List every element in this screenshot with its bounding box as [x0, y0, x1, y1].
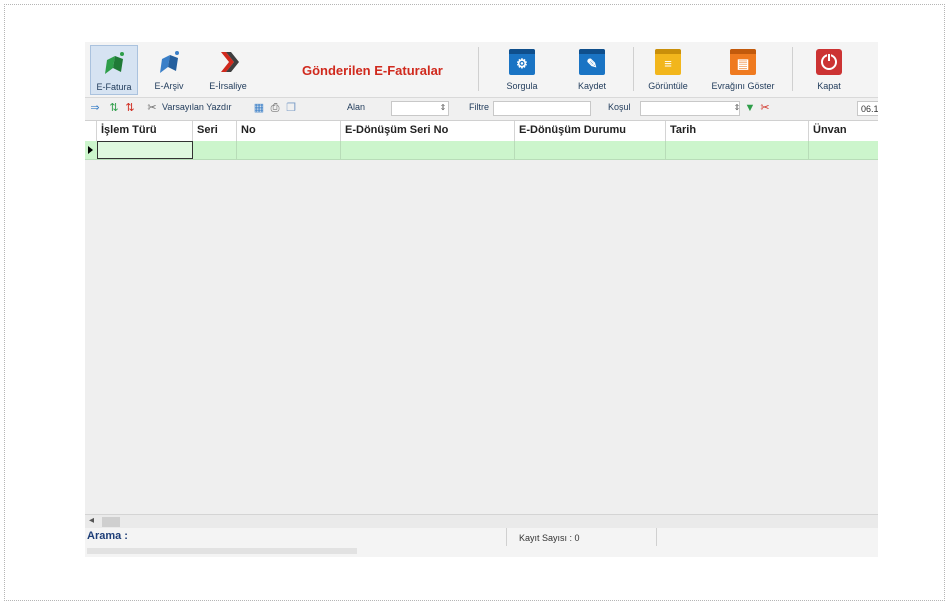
- copy-icon[interactable]: ❐: [285, 102, 297, 114]
- earsiv-button[interactable]: E-Arşiv: [145, 45, 193, 95]
- column-header[interactable]: Seri: [193, 121, 237, 141]
- grid-header: İşlem Türü Seri No E-Dönüşüm Seri No E-D…: [85, 121, 878, 142]
- search-label: Arama :: [87, 530, 128, 542]
- filtre-label: Filtre: [469, 102, 489, 112]
- kosul-label: Koşul: [608, 102, 631, 112]
- column-header[interactable]: Tarih: [666, 121, 809, 141]
- horizontal-scrollbar[interactable]: ◂: [85, 514, 878, 529]
- filter-icon[interactable]: ▼: [744, 102, 756, 114]
- ribbon-divider: [633, 47, 634, 91]
- kaydet-button[interactable]: ✎ Kaydet: [567, 45, 617, 95]
- column-header[interactable]: E-Dönüşüm Durumu: [515, 121, 666, 141]
- ribbon-divider: [792, 47, 793, 91]
- export-icon[interactable]: ⇒: [89, 102, 101, 114]
- filtre-input[interactable]: [493, 101, 591, 116]
- data-grid: İşlem Türü Seri No E-Dönüşüm Seri No E-D…: [85, 121, 878, 514]
- page-title: Gönderilen E-Faturalar: [302, 63, 443, 78]
- spin-icon[interactable]: ⇕: [731, 102, 743, 114]
- alan-label: Alan: [347, 102, 366, 112]
- kapat-label: Kapat: [817, 81, 841, 91]
- table-cell[interactable]: [97, 141, 193, 159]
- table-cell[interactable]: [809, 141, 878, 159]
- power-icon: [816, 49, 842, 75]
- sorgula-button[interactable]: ⚙ Sorgula: [497, 45, 547, 95]
- table-cell[interactable]: [193, 141, 237, 159]
- column-header[interactable]: İşlem Türü: [97, 121, 193, 141]
- filter-toolbar: ⇒ ⇅ ⇅ ✂ Varsayılan Yazdır ▦ ⎙ ❐ Alan ⇕ F…: [85, 98, 878, 121]
- eirsaliye-button[interactable]: E-İrsaliye: [200, 45, 256, 95]
- goruntule-label: Görüntüle: [648, 81, 688, 91]
- column-header[interactable]: Ünvan: [809, 121, 878, 141]
- kaydet-icon: ✎: [579, 49, 605, 75]
- search-toolbar-cutoff: [87, 548, 357, 554]
- kapat-button[interactable]: Kapat: [807, 45, 851, 95]
- goruntule-button[interactable]: ≡ Görüntüle: [643, 45, 693, 95]
- application-window: E-Fatura E-Arşiv E-İrsaliye Gönderilen E…: [85, 42, 878, 557]
- spin-icon[interactable]: ⇕: [437, 102, 449, 114]
- sorgula-icon: ⚙: [509, 49, 535, 75]
- earsiv-icon: [160, 51, 179, 73]
- sort-ascending-icon[interactable]: ⇅: [108, 102, 120, 114]
- date-input[interactable]: 06.1: [857, 101, 878, 116]
- evragini-goster-label: Evrağını Göster: [711, 81, 775, 91]
- sort-descending-icon[interactable]: ⇅: [124, 102, 136, 114]
- scissors-icon[interactable]: ✂: [146, 102, 158, 114]
- print-icon[interactable]: ⎙: [269, 102, 281, 114]
- eirsaliye-label: E-İrsaliye: [209, 81, 247, 91]
- kaydet-label: Kaydet: [577, 81, 607, 91]
- status-bar: Arama : Kayıt Sayısı : 0: [85, 528, 878, 557]
- column-header[interactable]: No: [237, 121, 341, 141]
- row-pointer-icon: [88, 146, 93, 154]
- kosul-select[interactable]: [640, 101, 740, 116]
- ribbon: E-Fatura E-Arşiv E-İrsaliye Gönderilen E…: [85, 42, 878, 98]
- column-header[interactable]: E-Dönüşüm Seri No: [341, 121, 515, 141]
- ribbon-divider: [478, 47, 479, 91]
- row-indicator-header: [85, 121, 97, 141]
- sorgula-label: Sorgula: [506, 81, 538, 91]
- efatura-label: E-Fatura: [96, 82, 132, 92]
- evrak-icon: ▤: [730, 49, 756, 75]
- table-cell[interactable]: [237, 141, 341, 159]
- record-count: Kayıt Sayısı : 0: [506, 528, 657, 546]
- eirsaliye-icon: [221, 52, 239, 72]
- table-row[interactable]: [85, 141, 878, 160]
- goruntule-icon: ≡: [655, 49, 681, 75]
- scroll-left-icon[interactable]: ◂: [89, 515, 94, 526]
- clear-filter-icon[interactable]: ✂: [759, 102, 771, 114]
- scrollbar-thumb[interactable]: [102, 517, 120, 527]
- table-cell[interactable]: [515, 141, 666, 159]
- earsiv-label: E-Arşiv: [154, 81, 184, 91]
- varsayilan-yazdir-button[interactable]: Varsayılan Yazdır: [162, 102, 232, 112]
- save-icon[interactable]: ▦: [253, 102, 265, 114]
- efatura-icon: [105, 52, 124, 74]
- efatura-button[interactable]: E-Fatura: [90, 45, 138, 95]
- table-cell[interactable]: [341, 141, 515, 159]
- table-cell[interactable]: [666, 141, 809, 159]
- evragini-goster-button[interactable]: ▤ Evrağını Göster: [703, 45, 783, 95]
